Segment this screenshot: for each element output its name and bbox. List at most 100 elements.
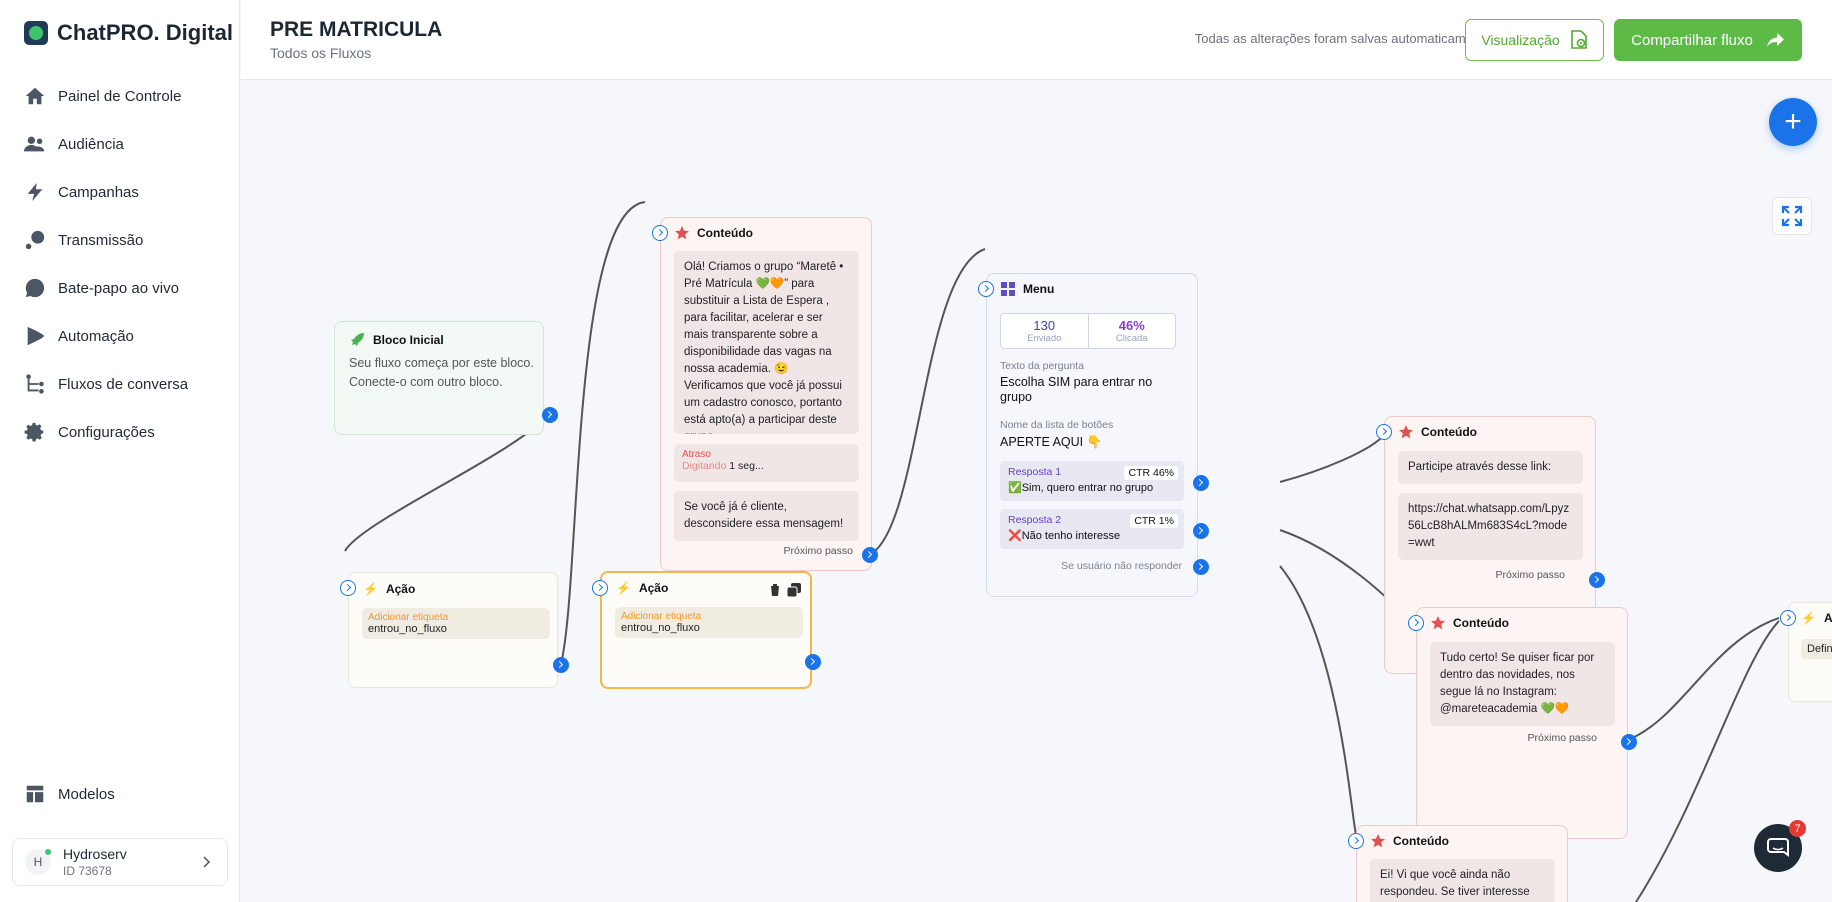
- message-bubble[interactable]: Ei! Vi que você ainda não respondeu. Se …: [1370, 859, 1555, 902]
- share-flow-button[interactable]: Compartilhar fluxo: [1614, 19, 1802, 61]
- menu-block[interactable]: Menu 130 Enviado 46% Clicada Texto da pe…: [978, 273, 1209, 597]
- content-block-4[interactable]: Conteúdo Ei! Vi que você ainda não respo…: [1348, 825, 1568, 902]
- menu-response-1[interactable]: Resposta 1 CTR 46% ✅Sim, quero entrar no…: [1000, 461, 1184, 501]
- add-tag-step[interactable]: Adicionar etiqueta entrou_no_fluxo: [362, 608, 550, 639]
- button-list-name[interactable]: APERTE AQUI 👇: [1000, 435, 1102, 450]
- message-bubble[interactable]: Tudo certo! Se quiser ficar por dentro d…: [1430, 642, 1615, 726]
- menu-grid-icon: [1001, 282, 1015, 296]
- add-block-button[interactable]: +: [1769, 98, 1817, 146]
- edge-menu-noreply-to-content4: [1279, 565, 1358, 841]
- automation-icon: [27, 326, 45, 346]
- content4-input-port[interactable]: [1348, 833, 1364, 849]
- fullscreen-button[interactable]: [1772, 197, 1812, 235]
- edge-content3-to-action3: [1624, 617, 1780, 742]
- next-step-label: Próximo passo: [1495, 569, 1565, 581]
- no-reply-output-port[interactable]: [1193, 559, 1209, 575]
- account-name: Hydroserv: [63, 846, 127, 862]
- chat-bubble-icon: [1767, 838, 1789, 857]
- click-rate: 46%: [1118, 318, 1145, 333]
- bottom-nav: Modelos: [0, 770, 240, 818]
- action-block-1[interactable]: ⚡ Ação Adicionar etiqueta entrou_no_flux…: [340, 572, 569, 688]
- star-icon: [1431, 616, 1445, 630]
- menu-response-2[interactable]: Resposta 2 CTR 1% ❌Não tenho interesse: [1000, 509, 1184, 549]
- nav-item-templates[interactable]: Modelos: [0, 770, 240, 818]
- home-icon: [25, 87, 45, 105]
- action3-input-port[interactable]: [1780, 610, 1796, 626]
- action3-step[interactable]: Defin: [1801, 639, 1832, 659]
- page-title: PRE MATRICULA: [270, 18, 443, 41]
- star-icon: [1399, 425, 1413, 439]
- no-reply-label: Se usuário não responder: [1061, 560, 1182, 572]
- star-icon: [1371, 834, 1385, 848]
- gear-icon: [24, 422, 44, 442]
- delay-step[interactable]: Atraso Digitando 1 seg...: [674, 444, 859, 482]
- online-status-dot: [44, 848, 52, 856]
- support-chat-launcher[interactable]: 7: [1754, 820, 1806, 872]
- start-output-port[interactable]: [542, 407, 558, 423]
- flow-canvas[interactable]: + Bloco Inicial Seu fluxo começa por est…: [241, 81, 1832, 902]
- menu-input-port[interactable]: [978, 281, 994, 297]
- page-header: PRE MATRICULA Todos os Fluxos Todas as a…: [241, 0, 1832, 80]
- templates-icon: [26, 785, 44, 803]
- content-block-1[interactable]: Conteúdo Olá! Criamos o grupo “Maretê • …: [652, 217, 878, 571]
- action2-output-port[interactable]: [805, 654, 821, 670]
- chatpro-logo-icon: [24, 21, 48, 45]
- message-bubble[interactable]: Olá! Criamos o grupo “Maretê • Pré Matrí…: [674, 251, 859, 434]
- add-tag-step[interactable]: Adicionar etiqueta entrou_no_fluxo: [615, 607, 803, 638]
- star-icon: [675, 226, 689, 240]
- next-step-label: Próximo passo: [783, 545, 853, 557]
- nav-item-broadcast[interactable]: Transmissão: [0, 216, 240, 264]
- link-message-bubble[interactable]: https://chat.whatsapp.com/Lpyz56LcB8hALM…: [1398, 493, 1583, 560]
- sidebar: ChatPRO. Digital Painel de Controle Audi…: [0, 0, 240, 902]
- nav-item-automation[interactable]: Automação: [0, 312, 240, 360]
- account-switcher[interactable]: H Hydroserv ID 73678: [12, 838, 228, 886]
- trash-icon[interactable]: [769, 583, 781, 597]
- action-block-2[interactable]: ⚡ Ação Adicionar etiqueta entrou_no_flux…: [592, 571, 821, 689]
- next-step-label: Próximo passo: [1527, 732, 1597, 744]
- nav-item-live-chat[interactable]: Bate-papo ao vivo: [0, 264, 240, 312]
- content2-input-port[interactable]: [1376, 424, 1392, 440]
- brand[interactable]: ChatPRO. Digital: [24, 20, 233, 46]
- content2-output-port[interactable]: [1589, 572, 1605, 588]
- brand-name: ChatPRO. Digital: [57, 20, 234, 45]
- start-block[interactable]: Bloco Inicial Seu fluxo começa por este …: [334, 321, 558, 435]
- lightning-icon: ⚡: [1801, 611, 1816, 625]
- nav-item-flows[interactable]: Fluxos de conversa: [0, 360, 240, 408]
- action2-input-port[interactable]: [592, 580, 608, 596]
- preview-button[interactable]: Visualização: [1465, 19, 1604, 61]
- content3-output-port[interactable]: [1621, 734, 1637, 750]
- sent-count: 130: [1033, 318, 1056, 333]
- message-bubble[interactable]: Se você já é cliente, desconsidere essa …: [674, 491, 859, 541]
- response2-output-port[interactable]: [1193, 523, 1209, 539]
- avatar: H: [25, 848, 52, 875]
- users-icon: [24, 136, 45, 152]
- chat-icon: [25, 278, 45, 298]
- plus-icon: +: [1784, 105, 1802, 138]
- content1-input-port[interactable]: [652, 225, 668, 241]
- campaign-icon: [27, 182, 43, 202]
- main-nav: Painel de Controle Audiência Campanhas T…: [0, 72, 240, 456]
- content-block-3[interactable]: Conteúdo Tudo certo! Se quiser ficar por…: [1408, 607, 1637, 839]
- action-block-3[interactable]: ⚡ A Defin: [1780, 602, 1832, 702]
- lightning-icon: ⚡: [363, 582, 378, 596]
- nav-item-dashboard[interactable]: Painel de Controle: [0, 72, 240, 120]
- nav-item-settings[interactable]: Configurações: [0, 408, 240, 456]
- content3-input-port[interactable]: [1408, 615, 1424, 631]
- response1-output-port[interactable]: [1193, 475, 1209, 491]
- autosave-status: Todas as alterações foram salvas automat…: [1194, 31, 1491, 46]
- edge-content1-to-menu: [868, 248, 986, 556]
- unread-badge: 7: [1789, 820, 1806, 837]
- message-bubble[interactable]: Participe através desse link:: [1398, 451, 1583, 484]
- nav-item-campaigns[interactable]: Campanhas: [0, 168, 240, 216]
- content1-output-port[interactable]: [862, 547, 878, 563]
- menu-stats: 130 Enviado 46% Clicada: [1000, 313, 1176, 349]
- preview-icon: [1570, 30, 1587, 49]
- nav-item-audience[interactable]: Audiência: [0, 120, 240, 168]
- action1-output-port[interactable]: [553, 657, 569, 673]
- duplicate-icon[interactable]: [787, 583, 801, 597]
- question-text[interactable]: Escolha SIM para entrar no grupo: [1000, 375, 1180, 405]
- breadcrumb[interactable]: Todos os Fluxos: [270, 45, 371, 61]
- action1-input-port[interactable]: [340, 580, 356, 596]
- share-icon: [1766, 33, 1784, 47]
- start-block-text: Seu fluxo começa por este bloco. Conecte…: [349, 356, 534, 389]
